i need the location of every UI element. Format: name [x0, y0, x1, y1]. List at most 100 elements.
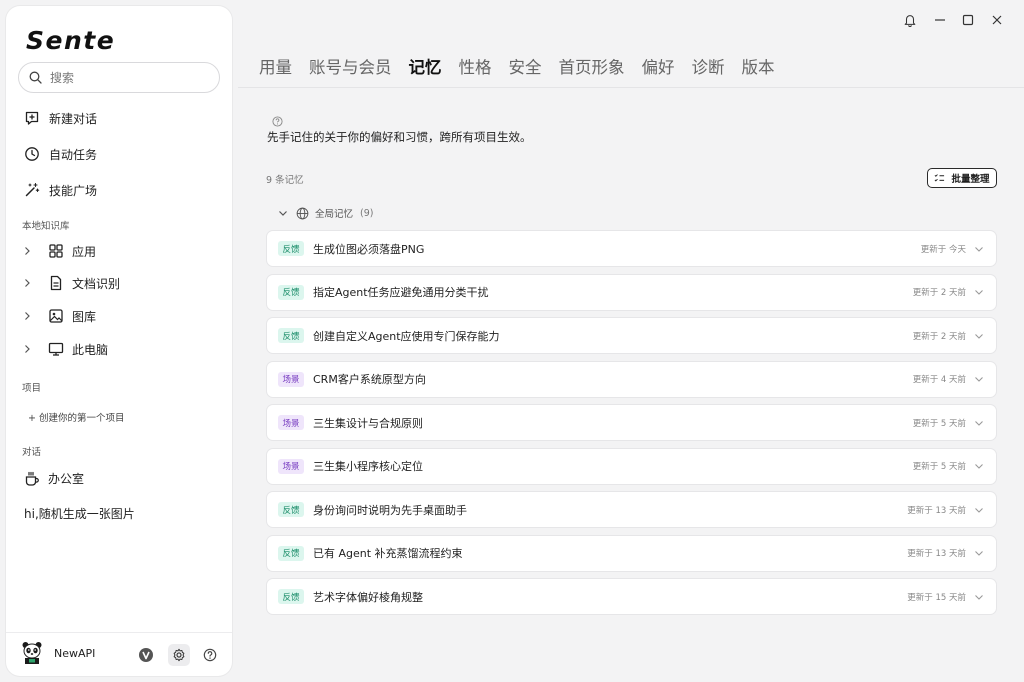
- memory-item[interactable]: 反馈 指定Agent任务应避免通用分类干扰 更新于 2 天前: [266, 273, 997, 311]
- tab-security[interactable]: 安全: [509, 54, 542, 80]
- memory-updated: 更新于 15 天前: [907, 592, 966, 603]
- tab-preferences[interactable]: 偏好: [642, 54, 675, 80]
- chevron-down-icon[interactable]: [974, 461, 984, 471]
- nav-label: 技能广场: [49, 183, 98, 198]
- nav-new-chat[interactable]: 新建对话: [24, 106, 97, 130]
- kb-item-gallery[interactable]: 图库: [22, 305, 96, 327]
- close-icon[interactable]: [987, 10, 1007, 30]
- memory-tag-badge: 反馈: [278, 545, 304, 561]
- settings-tabs: 用量 账号与会员 记忆 性格 安全 首页形象 偏好 诊断 版本: [259, 54, 792, 80]
- group-label: 全局记忆: [315, 209, 354, 220]
- chevron-down-icon[interactable]: [974, 374, 984, 384]
- vip-icon[interactable]: [135, 644, 157, 666]
- checklist-icon: [934, 173, 945, 184]
- memory-title: 生成位图必须落盘PNG: [313, 242, 425, 256]
- kb-item-docs[interactable]: 文档识别: [22, 272, 120, 294]
- sidebar: Sente 新建对话 自动任务 技能广场 本地知识库 应用 文档识别: [6, 6, 232, 676]
- nav-label: 新建对话: [49, 111, 98, 126]
- memory-title: 三生集小程序核心定位: [313, 460, 423, 473]
- memory-description: 先手记住的关于你的偏好和习惯，跨所有项目生效。: [267, 130, 532, 144]
- user-profile[interactable]: NewAPI: [21, 639, 95, 667]
- memory-item[interactable]: 场景 CRM客户系统原型方向 更新于 4 天前: [266, 360, 997, 398]
- maximize-icon[interactable]: [958, 10, 978, 30]
- tab-memory[interactable]: 记忆: [409, 54, 442, 80]
- chevron-down-icon[interactable]: [974, 592, 984, 602]
- memory-title: 艺术字体偏好棱角规整: [313, 590, 423, 604]
- memory-updated: 更新于 13 天前: [907, 505, 966, 516]
- create-project-link[interactable]: + 创建你的第一个项目: [28, 410, 124, 424]
- knowledge-base-label: 本地知识库: [22, 221, 70, 232]
- chevron-down-icon[interactable]: [974, 287, 984, 297]
- memory-tag-badge: 反馈: [278, 241, 304, 256]
- kb-item-label: 文档识别: [72, 276, 121, 291]
- memory-tag-badge: 反馈: [278, 284, 304, 300]
- nav-label: 自动任务: [49, 147, 98, 162]
- user-name: NewAPI: [54, 646, 96, 660]
- globe-icon: [296, 207, 309, 220]
- chevron-down-icon[interactable]: [974, 505, 984, 515]
- memory-item[interactable]: 反馈 身份询问时说明为先手桌面助手 更新于 13 天前: [266, 491, 997, 528]
- memory-title: CRM客户系统原型方向: [313, 373, 426, 386]
- tab-personality[interactable]: 性格: [459, 54, 492, 80]
- chevron-down-icon[interactable]: [974, 548, 984, 558]
- chevron-right-icon[interactable]: [22, 311, 34, 321]
- tab-version[interactable]: 版本: [742, 54, 775, 80]
- magic-wand-icon: [24, 182, 40, 198]
- conversation-label: hi,随机生成一张图片: [24, 507, 135, 521]
- memory-updated: 更新于 2 天前: [912, 331, 966, 342]
- memory-item[interactable]: 场景 三生集小程序核心定位 更新于 5 天前: [266, 447, 997, 485]
- bell-icon[interactable]: [900, 10, 920, 30]
- conversation-item[interactable]: hi,随机生成一张图片: [24, 505, 135, 522]
- chevron-down-icon[interactable]: [278, 208, 288, 218]
- memory-tag-badge: 反馈: [278, 589, 304, 604]
- search-icon: [29, 71, 42, 84]
- chevron-down-icon[interactable]: [974, 331, 984, 341]
- chevron-right-icon[interactable]: [22, 344, 34, 354]
- chevron-right-icon[interactable]: [22, 278, 34, 288]
- sidebar-divider: [6, 632, 232, 633]
- memory-updated: 更新于 13 天前: [907, 549, 966, 559]
- kb-item-apps[interactable]: 应用: [22, 240, 96, 262]
- monitor-icon: [48, 341, 64, 357]
- search-box[interactable]: [18, 62, 220, 93]
- batch-organize-label: 批量整理: [951, 174, 990, 185]
- memory-item[interactable]: 反馈 已有 Agent 补充蒸馏流程约束 更新于 13 天前: [266, 534, 997, 572]
- memory-updated: 更新于 5 天前: [912, 418, 966, 429]
- memory-item[interactable]: 场景 三生集设计与合规原则 更新于 5 天前: [266, 404, 997, 441]
- global-memory-group-header[interactable]: 全局记忆 (9): [278, 205, 373, 221]
- memory-tag-badge: 场景: [278, 371, 304, 387]
- chevron-down-icon[interactable]: [974, 418, 984, 428]
- chevron-right-icon[interactable]: [22, 246, 34, 256]
- tab-usage[interactable]: 用量: [259, 54, 292, 80]
- nav-auto-tasks[interactable]: 自动任务: [24, 142, 97, 166]
- document-icon: [48, 275, 64, 291]
- memory-count: 9 条记忆: [266, 175, 304, 186]
- memory-tag-badge: 反馈: [278, 502, 304, 517]
- memory-tag-badge: 场景: [278, 458, 304, 474]
- kb-item-label: 应用: [72, 244, 97, 259]
- nav-skill-plaza[interactable]: 技能广场: [24, 178, 97, 202]
- settings-gear-icon[interactable]: [168, 644, 190, 666]
- tab-account[interactable]: 账号与会员: [309, 54, 392, 80]
- memory-item[interactable]: 反馈 创建自定义Agent应使用专门保存能力 更新于 2 天前: [266, 317, 997, 354]
- memory-tag-badge: 反馈: [278, 328, 304, 343]
- memory-tag-badge: 场景: [278, 415, 304, 430]
- batch-organize-button[interactable]: 批量整理: [927, 168, 997, 188]
- image-icon: [48, 308, 64, 324]
- memory-updated: 更新于 4 天前: [912, 375, 966, 385]
- tab-home-avatar[interactable]: 首页形象: [559, 54, 625, 80]
- kb-item-this-pc[interactable]: 此电脑: [22, 338, 108, 360]
- memory-title: 指定Agent任务应避免通用分类干扰: [313, 286, 489, 299]
- chevron-down-icon[interactable]: [974, 244, 984, 254]
- clock-icon: [24, 146, 40, 162]
- memory-item[interactable]: 反馈 艺术字体偏好棱角规整 更新于 15 天前: [266, 578, 997, 615]
- memory-updated: 更新于 2 天前: [912, 288, 966, 298]
- app-logo: Sente: [26, 26, 116, 55]
- minimize-icon[interactable]: [930, 10, 950, 30]
- memory-item[interactable]: 反馈 生成位图必须落盘PNG 更新于 今天: [266, 230, 997, 267]
- tab-diagnostics[interactable]: 诊断: [692, 54, 725, 80]
- search-input[interactable]: [50, 70, 200, 85]
- memory-title: 身份询问时说明为先手桌面助手: [313, 503, 467, 517]
- help-icon[interactable]: [199, 644, 221, 666]
- conversation-item[interactable]: 办公室: [24, 470, 84, 487]
